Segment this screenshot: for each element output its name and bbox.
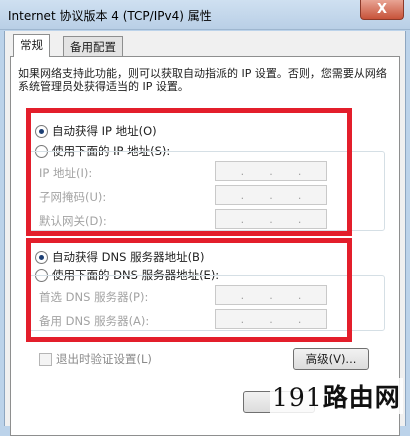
site-watermark: 191路由网 [270, 378, 403, 414]
auto-dns-label: 自动获得 DNS 服务器地址(B) [52, 250, 205, 264]
ip-address-label: IP 地址(I): [39, 166, 93, 180]
default-gateway-label: 默认网关(D): [39, 214, 107, 228]
auto-ip-label: 自动获得 IP 地址(O) [52, 124, 157, 138]
radio-checked-icon [35, 124, 48, 138]
intro-text: 如果网络支持此功能，则可以获取自动指派的 IP 设置。否则，您需要从网络系统管理… [18, 67, 387, 93]
auto-ip-radio[interactable]: 自动获得 IP 地址(O) [35, 123, 157, 139]
validate-on-exit-label: 退出时验证设置(L) [56, 352, 152, 366]
validate-on-exit-checkbox[interactable]: 退出时验证设置(L) [39, 351, 152, 367]
preferred-dns-label: 首选 DNS 服务器(P): [39, 290, 149, 304]
preferred-dns-input[interactable]: ... [215, 285, 327, 305]
tab-general[interactable]: 常规 [13, 34, 50, 57]
close-button[interactable]: X [360, 0, 404, 20]
default-gateway-input[interactable]: ... [215, 209, 327, 229]
dialog-body: 常规 备用配置 如果网络支持此功能，则可以获取自动指派的 IP 设置。否则，您需… [4, 31, 406, 436]
subnet-mask-input[interactable]: ... [215, 185, 327, 205]
auto-dns-radio[interactable]: 自动获得 DNS 服务器地址(B) [35, 249, 204, 265]
tab-alternate-config[interactable]: 备用配置 [63, 36, 123, 56]
ip-address-input[interactable]: ... [215, 161, 327, 181]
alternate-dns-input[interactable]: ... [215, 309, 327, 329]
window-title: Internet 协议版本 4 (TCP/IPv4) 属性 [8, 9, 212, 23]
advanced-button[interactable]: 高级(V)... [293, 348, 369, 370]
alternate-dns-label: 备用 DNS 服务器(A): [39, 314, 150, 328]
checkbox-icon [39, 352, 52, 366]
radio-checked-icon [35, 250, 48, 264]
subnet-mask-label: 子网掩码(U): [39, 190, 107, 204]
title-bar: Internet 协议版本 4 (TCP/IPv4) 属性 X [0, 0, 410, 30]
watermark-digits: 191 [272, 383, 323, 412]
watermark-text: 路由网 [322, 383, 401, 412]
